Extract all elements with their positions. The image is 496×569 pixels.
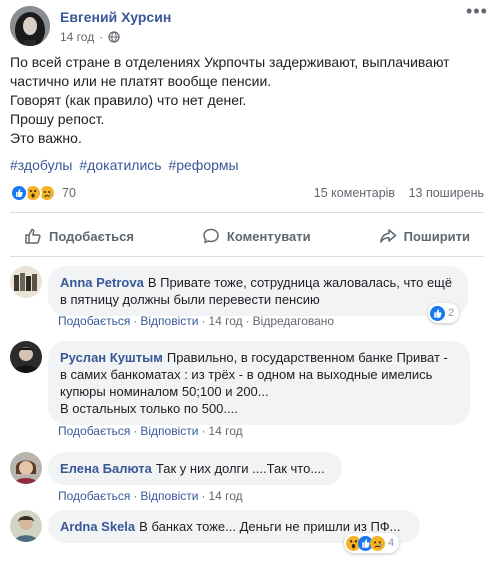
- comment: Anna Petrova В Привате тоже, сотрудница ж…: [10, 266, 484, 330]
- comment-actions: Подобається · Відповісти · 14 год: [58, 424, 243, 438]
- comment-text: в самих банкоматах : из трёх - в одном н…: [60, 367, 433, 382]
- share-icon: [379, 229, 396, 243]
- commenter-name[interactable]: Елена Балюта: [60, 461, 152, 476]
- comment-text: Так у них долги ....Так что....: [155, 461, 325, 476]
- share-button-label: Поширити: [403, 228, 470, 244]
- comment-bubble: Руслан Куштым Правильно, в государственно…: [48, 341, 470, 425]
- like-icon: [10, 184, 28, 202]
- commenter-avatar[interactable]: [10, 510, 42, 542]
- hashtags: #здобулы #докатились #реформы: [10, 157, 242, 173]
- comment-button[interactable]: Коментувати: [188, 227, 325, 245]
- comment-text: купюры номиналом 50;100 и 200...: [60, 384, 269, 399]
- shares-count[interactable]: 13 поширень: [409, 186, 484, 200]
- thumbs-up-icon: [25, 228, 41, 244]
- comment: Елена Балюта Так у них долги ....Так что.…: [10, 452, 484, 504]
- comment-text: В Привате тоже, сотрудница жаловалась, ч…: [147, 275, 453, 290]
- comment-button-label: Коментувати: [226, 228, 311, 244]
- comment-reply-link[interactable]: Відповісти: [140, 424, 198, 438]
- comment-like-link[interactable]: Подобається: [58, 424, 130, 438]
- post-text-line: Это важно.: [10, 130, 82, 146]
- comment-actions: Подобається · Відповісти · 14 год · Відредагов…: [58, 314, 335, 328]
- comment-bubble: Елена Балюта Так у них долги ....Так что.…: [48, 452, 342, 485]
- commenter-avatar[interactable]: [10, 452, 42, 484]
- commenter-avatar[interactable]: [10, 341, 42, 373]
- reaction-summary[interactable]: 70: [10, 184, 76, 202]
- ellipsis-icon[interactable]: •••: [466, 2, 487, 24]
- comment-icon: [203, 228, 219, 244]
- comment-time[interactable]: 14 год: [208, 314, 242, 328]
- commenter-name[interactable]: Руслан Куштым: [60, 350, 163, 365]
- dot-separator: ·: [99, 30, 104, 44]
- author-name[interactable]: Евгений Хурсин: [60, 9, 171, 25]
- comment-like-link[interactable]: Подобається: [58, 314, 130, 328]
- post-meta: 14 год ·: [60, 30, 120, 44]
- comment-reaction-count: 4: [388, 537, 395, 549]
- post-text: По всей стране в отделениях Укрпочты зад…: [10, 53, 480, 148]
- like-icon: [430, 305, 445, 321]
- comment-actions: Подобається · Відповісти · 14 год: [58, 489, 243, 503]
- comment-edited[interactable]: Відредаговано: [253, 314, 334, 328]
- comment-reaction-badge[interactable]: 4: [344, 533, 400, 553]
- sad-icon: [370, 535, 385, 551]
- author-avatar[interactable]: [10, 6, 50, 46]
- globe-icon[interactable]: [108, 31, 120, 43]
- commenter-name[interactable]: Ardna Skela: [60, 519, 135, 534]
- comment: Ardna Skela В банках тоже... Деньги не пр…: [10, 510, 484, 562]
- comment-text: В банках тоже... Деньги не пришли из ПФ.…: [139, 519, 401, 534]
- comment-time[interactable]: 14 год: [208, 424, 242, 438]
- divider: [10, 256, 484, 257]
- post-text-line: Говорят (как правило) что нет денег.: [10, 92, 247, 108]
- share-button[interactable]: Поширити: [365, 227, 484, 245]
- hashtag-link[interactable]: #реформы: [168, 157, 238, 173]
- comment: Руслан Куштым Правильно, в государственно…: [10, 341, 484, 441]
- comment-reply-link[interactable]: Відповісти: [140, 489, 198, 503]
- commenter-avatar[interactable]: [10, 266, 42, 298]
- like-button-label: Подобається: [49, 228, 134, 244]
- divider: [10, 212, 484, 213]
- comment-like-link[interactable]: Подобається: [58, 489, 130, 503]
- reaction-count: 70: [62, 186, 76, 200]
- hashtag-link[interactable]: #здобулы: [10, 157, 73, 173]
- post-text-line: частично или не платят вообще пенсии.: [10, 73, 272, 89]
- comment-text: В остальных только по 500....: [60, 401, 238, 416]
- engagement-counts: 15 коментарів 13 поширень: [314, 186, 484, 200]
- comment-reply-link[interactable]: Відповісти: [140, 314, 198, 328]
- comment-reaction-count: 2: [448, 307, 455, 319]
- post-actions: Подобається Коментувати Поширити: [10, 220, 484, 252]
- post-time[interactable]: 14 год: [60, 30, 94, 44]
- comments-count[interactable]: 15 коментарів: [314, 186, 395, 200]
- comment-text: в пятницу должны были перевести пенсию: [60, 292, 320, 307]
- post-text-line: Прошу репост.: [10, 111, 105, 127]
- hashtag-link[interactable]: #докатились: [79, 157, 161, 173]
- commenter-name[interactable]: Anna Petrova: [60, 275, 144, 290]
- post-text-line: По всей стране в отделениях Укрпочты зад…: [10, 54, 450, 70]
- comment-text: Правильно, в государственном банке Прива…: [166, 350, 448, 365]
- comment-bubble: Anna Petrova В Привате тоже, сотрудница ж…: [48, 266, 468, 316]
- comment-reaction-badge[interactable]: 2: [428, 303, 460, 323]
- like-button[interactable]: Подобається: [10, 227, 148, 245]
- post-header: Евгений Хурсин 14 год · •••: [10, 2, 490, 48]
- comment-time[interactable]: 14 год: [208, 489, 242, 503]
- post-stats: 70 15 коментарів 13 поширень: [10, 184, 484, 204]
